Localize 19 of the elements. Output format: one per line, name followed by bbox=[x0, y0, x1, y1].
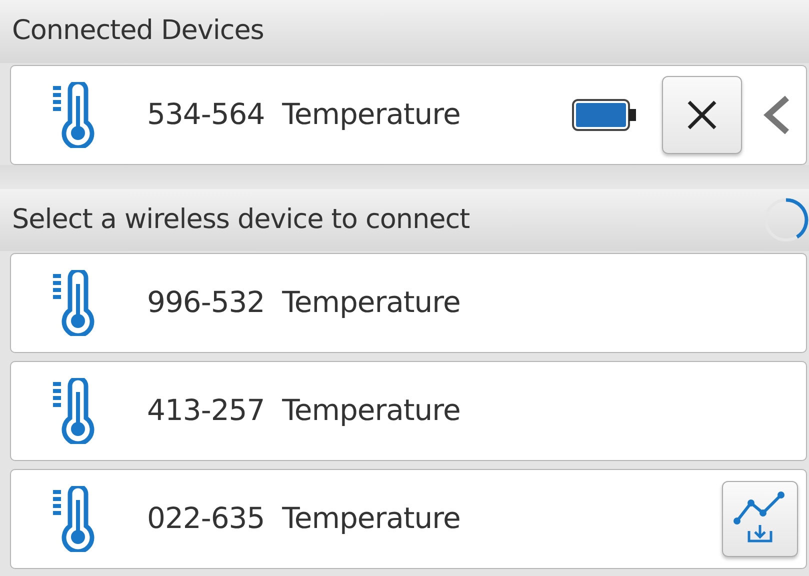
device-label: 534-564 Temperature bbox=[147, 96, 460, 134]
chevron-left-icon bbox=[762, 95, 792, 135]
thermometer-icon bbox=[53, 486, 97, 552]
battery-icon bbox=[572, 99, 638, 131]
device-row[interactable]: 413-257 Temperature bbox=[10, 361, 807, 461]
export-graph-button[interactable] bbox=[722, 481, 798, 557]
section-heading: Select a wireless device to connect bbox=[12, 202, 470, 237]
thermometer-icon bbox=[53, 270, 97, 336]
device-label: 413-257 Temperature bbox=[147, 392, 460, 430]
section-heading: Connected Devices bbox=[12, 14, 264, 48]
thermometer-icon bbox=[53, 378, 97, 444]
device-row[interactable]: 996-532 Temperature bbox=[10, 253, 807, 353]
disconnect-button[interactable] bbox=[662, 76, 742, 154]
device-label: 996-532 Temperature bbox=[147, 284, 460, 322]
device-row[interactable]: 534-564 Temperature bbox=[10, 65, 807, 165]
thermometer-icon bbox=[53, 82, 97, 148]
close-icon bbox=[686, 99, 718, 131]
device-label: 022-635 Temperature bbox=[147, 500, 460, 538]
device-row[interactable]: 022-635 Temperature bbox=[10, 469, 807, 569]
